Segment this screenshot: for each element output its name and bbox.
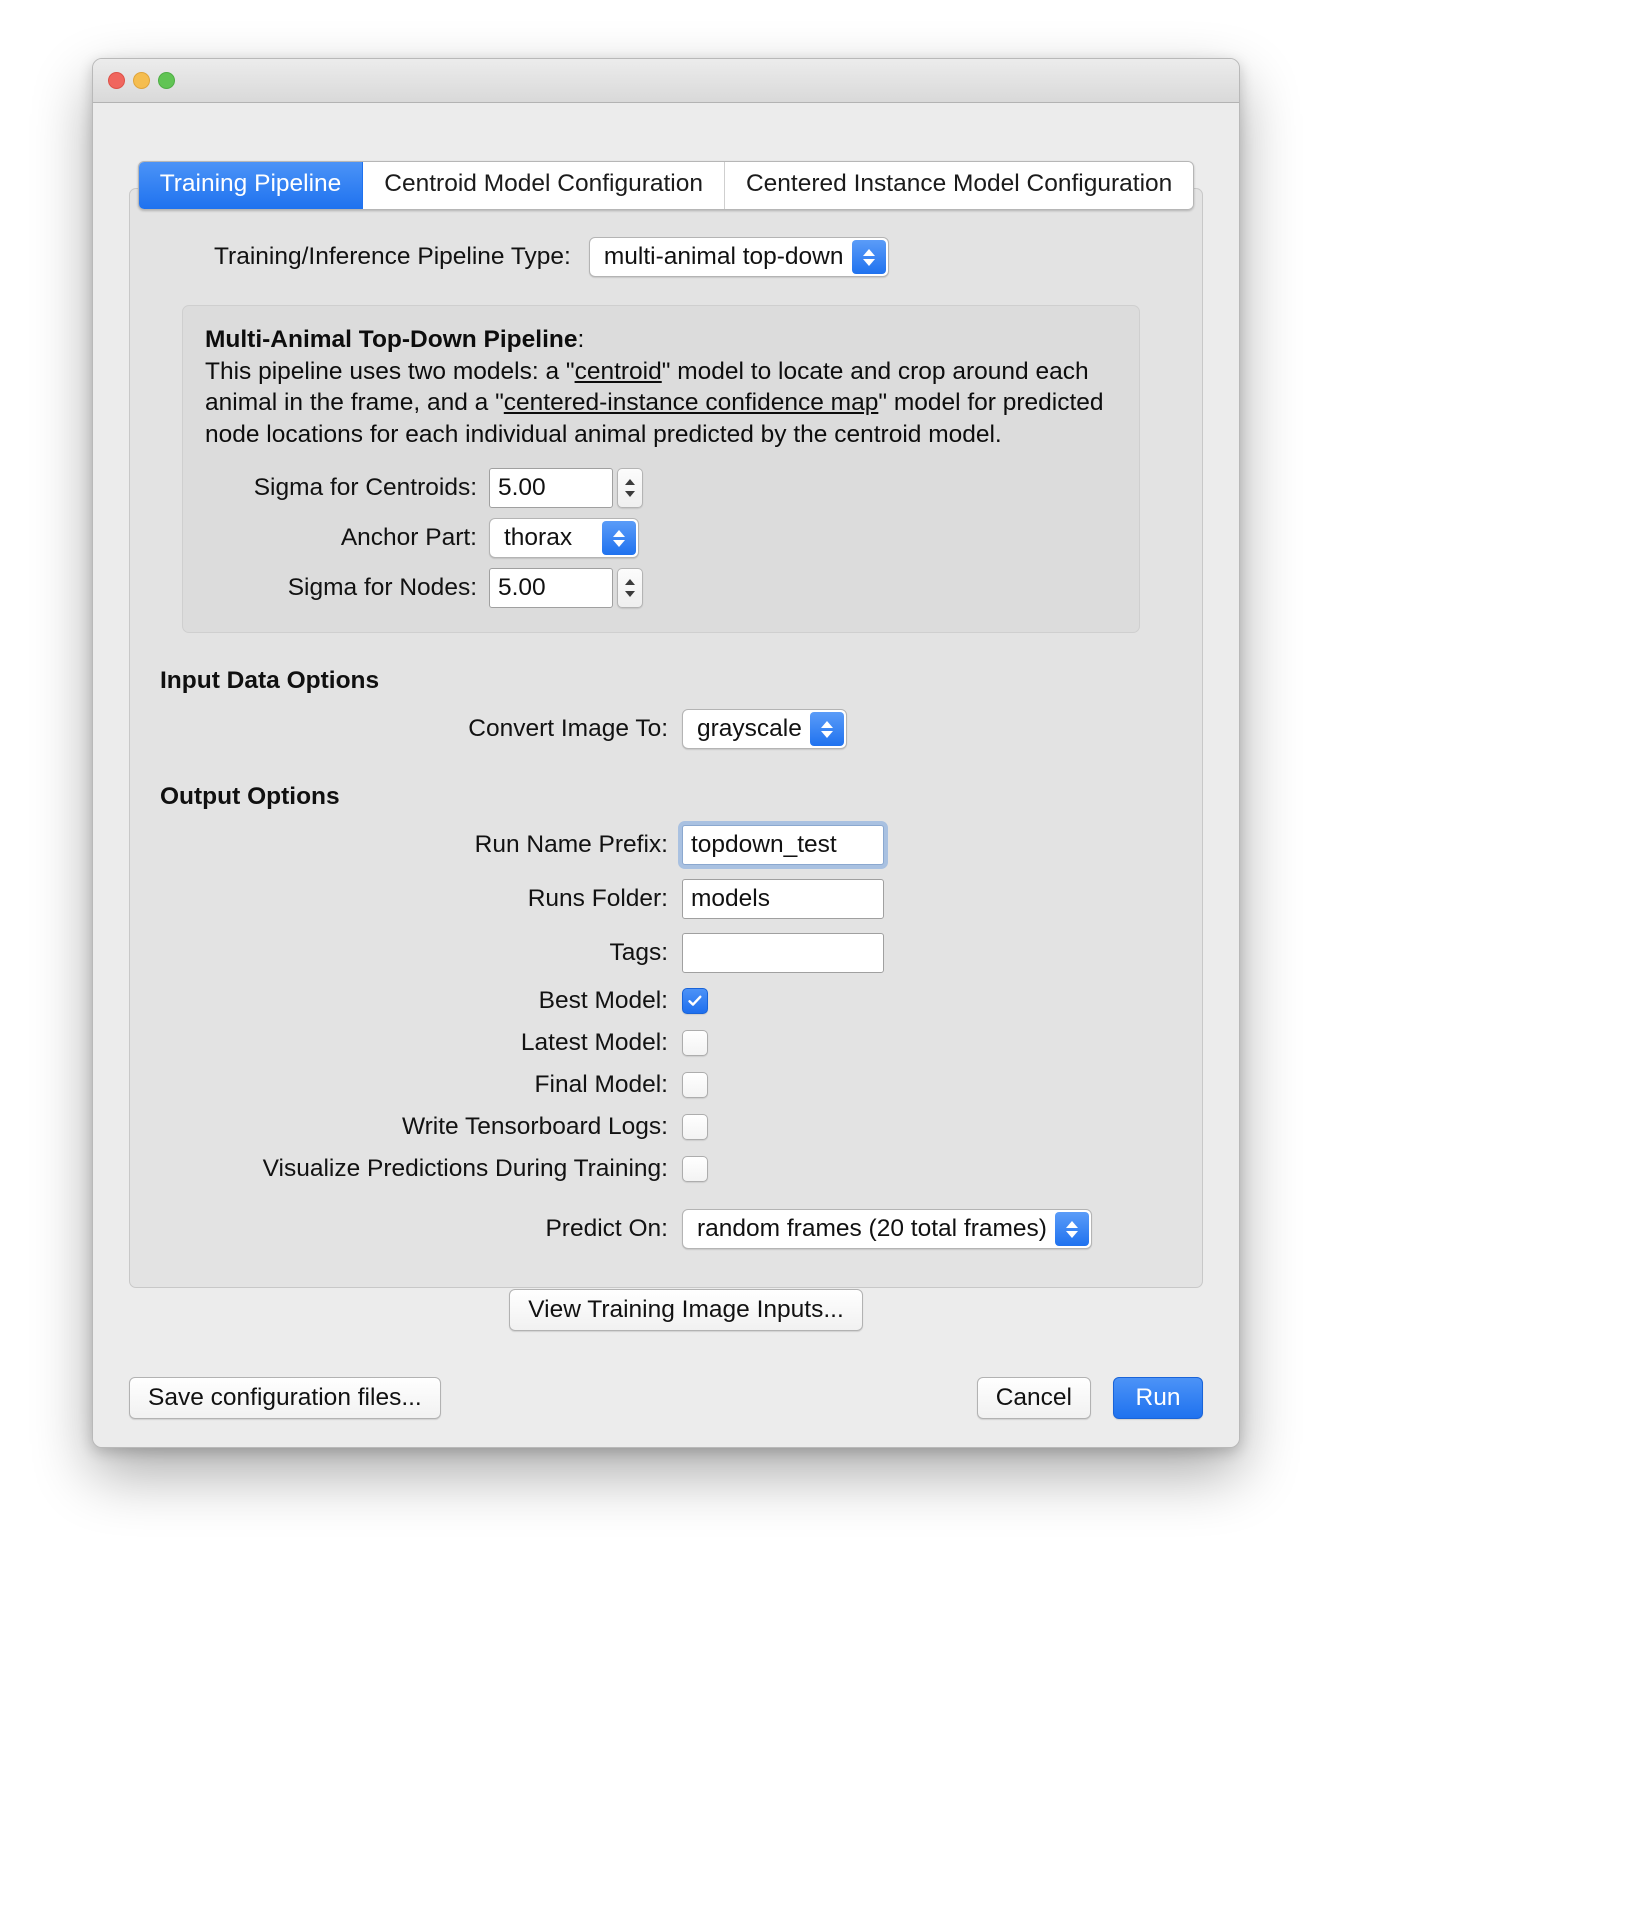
pipeline-type-select[interactable]: multi-animal top-down [588,237,889,277]
training-pipeline-panel: Training/Inference Pipeline Type: multi-… [129,188,1203,1332]
sigma-centroids-spin-buttons[interactable] [617,468,643,509]
pipeline-type-row: Training/Inference Pipeline Type: multi-… [160,237,1172,277]
cancel-button[interactable]: Cancel [976,1377,1091,1419]
sigma-nodes-label: Sigma for Nodes: [287,574,477,602]
chevron-updown-icon [1054,1212,1089,1247]
view-training-image-inputs-row: View Training Image Inputs... [160,1289,1172,1332]
pipeline-type-value: multi-animal top-down [603,243,844,270]
convert-image-to-label: Convert Image To: [468,715,668,743]
convert-image-to-value: grayscale [697,715,802,743]
tab-training-pipeline[interactable]: Training Pipeline [138,162,364,209]
tags-row: Tags: [160,933,1172,974]
runs-folder-label: Runs Folder: [527,885,668,913]
run-name-prefix-input[interactable]: topdown_test [682,825,884,866]
run-button[interactable]: Run [1113,1377,1203,1419]
tab-bar: Training Pipeline Centroid Model Configu… [93,161,1239,210]
anchor-part-label: Anchor Part: [340,524,477,552]
dialog-footer: Save configuration files... Cancel Run [129,1377,1203,1419]
tab-centroid-model-configuration[interactable]: Centroid Model Configuration [363,162,725,209]
anchor-part-row: Anchor Part: thorax [205,518,1117,559]
pipeline-type-label: Training/Inference Pipeline Type: [214,243,571,270]
close-window-button[interactable] [108,72,125,89]
final-model-label: Final Model: [534,1071,668,1099]
final-model-checkbox[interactable] [682,1072,708,1099]
desc-part-1: This pipeline uses two models: a " [205,358,575,385]
centered-instance-confidence-map-link[interactable]: centered-instance confidence map [504,389,879,416]
pipeline-description-title: Multi-Animal Top-Down Pipeline: [205,326,1117,354]
runs-folder-row: Runs Folder: models [160,879,1172,920]
anchor-part-select[interactable]: thorax [489,518,639,559]
minimize-window-button[interactable] [133,72,150,89]
write-tensorboard-logs-checkbox[interactable] [682,1114,708,1141]
run-name-prefix-row: Run Name Prefix: topdown_test [160,825,1172,866]
view-training-image-inputs-button[interactable]: View Training Image Inputs... [509,1289,863,1332]
predict-on-select[interactable]: random frames (20 total frames) [682,1209,1092,1250]
best-model-row: Best Model: [160,987,1172,1015]
latest-model-checkbox[interactable] [682,1030,708,1057]
save-configuration-files-button[interactable]: Save configuration files... [129,1377,441,1419]
pipeline-description-text: This pipeline uses two models: a "centro… [205,356,1117,450]
zoom-window-button[interactable] [158,72,175,89]
final-model-row: Final Model: [160,1071,1172,1099]
predict-on-row: Predict On: random frames (20 total fram… [160,1209,1172,1250]
visualize-predictions-label: Visualize Predictions During Training: [262,1155,668,1183]
sigma-centroids-row: Sigma for Centroids: 5.00 [205,468,1117,509]
latest-model-label: Latest Model: [520,1029,668,1057]
centroid-link[interactable]: centroid [575,358,662,385]
window-body: Training Pipeline Centroid Model Configu… [93,103,1239,1447]
visualize-predictions-checkbox[interactable] [682,1156,708,1183]
window-titlebar [93,59,1239,103]
input-data-options-heading: Input Data Options [160,667,380,695]
tab-centered-instance-model-configuration[interactable]: Centered Instance Model Configuration [724,162,1194,209]
predict-on-label: Predict On: [545,1215,668,1243]
best-model-label: Best Model: [538,987,668,1015]
sigma-nodes-input[interactable]: 5.00 [489,568,613,609]
latest-model-row: Latest Model: [160,1029,1172,1057]
visualize-predictions-row: Visualize Predictions During Training: [160,1155,1172,1183]
sigma-centroids-input[interactable]: 5.00 [489,468,613,509]
convert-image-to-select[interactable]: grayscale [682,709,847,750]
chevron-updown-icon [602,521,636,556]
write-tensorboard-logs-label: Write Tensorboard Logs: [401,1113,668,1141]
best-model-checkbox[interactable] [682,988,708,1015]
run-name-prefix-label: Run Name Prefix: [474,831,668,859]
sigma-nodes-spin-buttons[interactable] [617,568,643,609]
pipeline-description-box: Multi-Animal Top-Down Pipeline: This pip… [182,305,1140,634]
anchor-part-value: thorax [504,524,573,552]
checkmark-icon [688,995,702,1006]
sigma-centroids-label: Sigma for Centroids: [253,474,477,502]
sigma-nodes-row: Sigma for Nodes: 5.00 [205,568,1117,609]
pipeline-description-title-colon: : [577,326,585,353]
training-dialog-window: Training Pipeline Centroid Model Configu… [92,58,1240,1448]
sigma-centroids-stepper[interactable]: 5.00 [489,468,643,509]
chevron-updown-icon [809,712,844,747]
tags-label: Tags: [609,939,668,967]
sigma-nodes-stepper[interactable]: 5.00 [489,568,643,609]
predict-on-value: random frames (20 total frames) [697,1215,1047,1243]
chevron-updown-icon [851,240,886,274]
output-options-heading: Output Options [160,783,340,811]
runs-folder-input[interactable]: models [682,879,884,920]
write-tensorboard-logs-row: Write Tensorboard Logs: [160,1113,1172,1141]
tags-input[interactable] [682,933,884,974]
screen: Training Pipeline Centroid Model Configu… [0,0,1634,1926]
pipeline-description-title-text: Multi-Animal Top-Down Pipeline [205,326,578,353]
convert-image-to-row: Convert Image To: grayscale [160,709,1172,750]
